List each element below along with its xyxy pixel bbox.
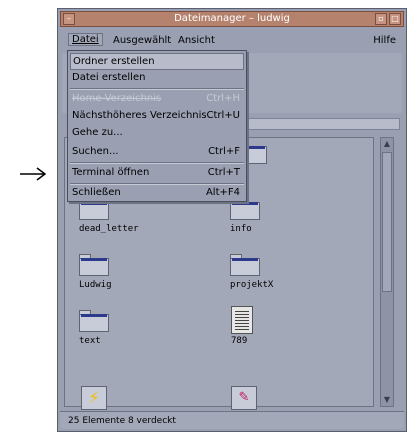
menu-separator (70, 88, 244, 90)
menu-item-label: Suchen... (72, 146, 119, 157)
menu-item-shortcut: Ctrl+H (206, 93, 240, 104)
file-label: 789 (231, 336, 248, 346)
menu-datei[interactable]: Datei (68, 33, 103, 46)
window-title: Dateimanager – ludwig (174, 13, 290, 24)
menu-item-label: Terminal öffnen (72, 167, 150, 178)
scroll-thumb[interactable] (382, 152, 392, 292)
menu-separator (70, 162, 244, 164)
menu-item-home-verzeichnis: Home-Verzeichnis Ctrl+H (70, 91, 244, 108)
menu-item-suchen[interactable]: Suchen... Ctrl+F (70, 144, 244, 161)
file-label: text (79, 336, 101, 346)
menu-item-label: Home-Verzeichnis (72, 93, 162, 104)
status-text: 25 Elemente 8 verdeckt (68, 416, 176, 426)
minimize-icon[interactable]: ▫ (375, 13, 387, 25)
menu-item-shortcut: Ctrl+U (206, 110, 241, 121)
menu-item-schliessen[interactable]: Schließen Alt+F4 (70, 185, 244, 202)
menu-item-terminal-oeffnen[interactable]: Terminal öffnen Ctrl+T (70, 165, 244, 182)
folder-icon (79, 254, 109, 276)
menu-item-label: Datei erstellen (72, 72, 146, 83)
folder-icon (230, 254, 260, 276)
menu-item-gehe-zu[interactable]: Gehe zu... (70, 125, 244, 142)
menu-item-shortcut: Ctrl+T (207, 167, 240, 178)
vertical-scrollbar[interactable]: ▲ ▼ (380, 137, 394, 407)
menu-item-naechsthoeheres-verzeichnis[interactable]: Nächsthöheres Verzeichnis Ctrl+U (70, 108, 244, 125)
menu-item-label: Nächsthöheres Verzeichnis (72, 110, 207, 121)
menu-datei-label: Datei (72, 34, 99, 45)
menu-ausgewaehlt[interactable]: Ausgewählt (113, 35, 171, 46)
menu-hilfe[interactable]: Hilfe (373, 35, 396, 46)
scroll-up-icon[interactable]: ▲ (382, 139, 392, 149)
document-icon (231, 306, 253, 334)
folder-icon (79, 310, 109, 332)
file-label: info (230, 224, 252, 234)
menu-ansicht[interactable]: Ansicht (178, 35, 215, 46)
menu-item-shortcut: Ctrl+F (208, 146, 240, 157)
arrow-right-icon (20, 167, 47, 181)
file-label: dead_letter (79, 224, 139, 234)
datei-dropdown-menu: Ordner erstellen Datei erstellen Home-Ve… (67, 50, 247, 202)
menu-item-ordner-erstellen[interactable]: Ordner erstellen (70, 53, 244, 70)
title-bar[interactable]: – Dateimanager – ludwig ▫ □ (60, 11, 404, 27)
menu-item-label: Gehe zu... (72, 127, 123, 138)
file-label: projektX (230, 280, 274, 290)
menu-item-shortcut: Alt+F4 (205, 187, 240, 198)
path-field[interactable] (246, 118, 400, 130)
tool-icon[interactable]: ✎ (231, 386, 257, 410)
menu-item-datei-erstellen[interactable]: Datei erstellen (70, 70, 244, 87)
executable-icon[interactable]: ⚡ (81, 386, 107, 410)
menu-item-label: Ordner erstellen (73, 56, 155, 67)
maximize-icon[interactable]: □ (389, 13, 401, 25)
scroll-down-icon[interactable]: ▼ (382, 395, 392, 405)
menu-bar: Datei Ausgewählt Ansicht Hilfe (60, 30, 404, 50)
status-bar: 25 Elemente 8 verdeckt (60, 411, 404, 429)
file-label: Ludwig (79, 280, 112, 290)
menu-item-label: Schließen (72, 187, 121, 198)
